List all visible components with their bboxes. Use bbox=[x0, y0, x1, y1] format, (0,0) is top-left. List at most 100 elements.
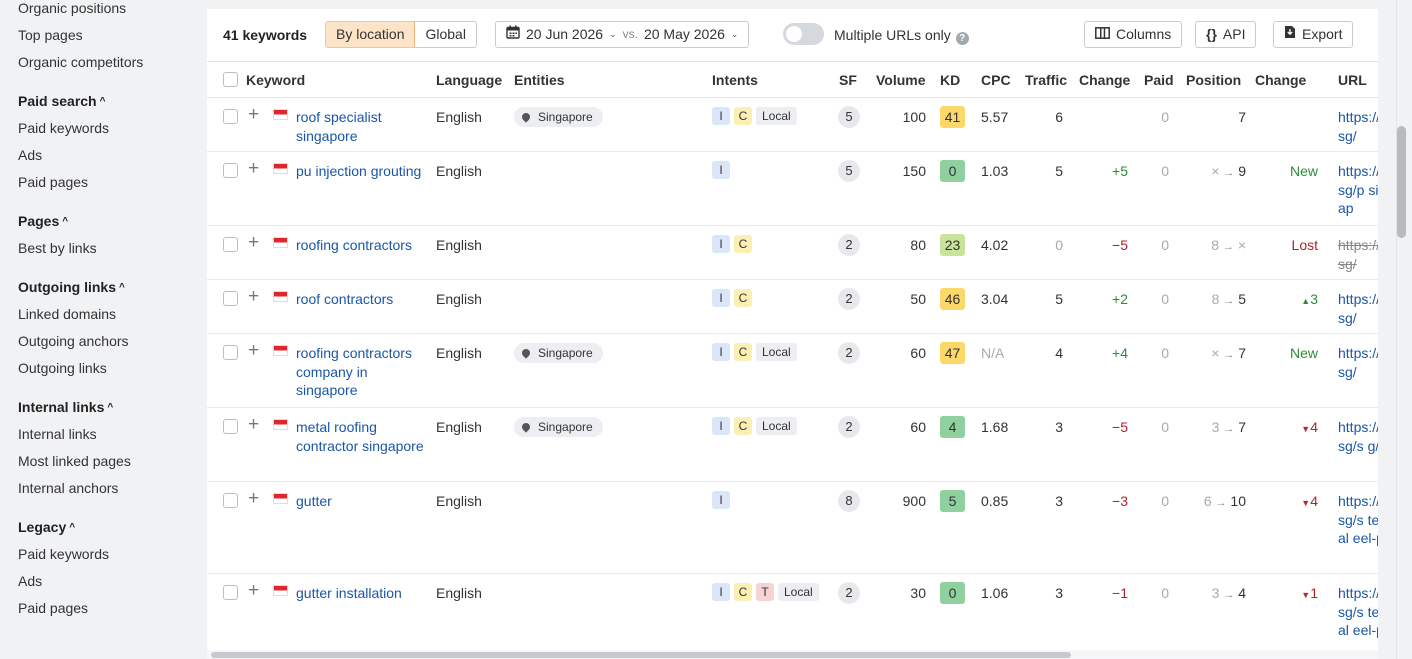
row-checkbox[interactable] bbox=[223, 345, 238, 360]
serp-features-badge[interactable]: 2 bbox=[838, 288, 860, 310]
row-checkbox[interactable] bbox=[223, 419, 238, 434]
keyword-link[interactable]: roofing contractors company in singapore bbox=[296, 344, 431, 400]
row-checkbox[interactable] bbox=[223, 493, 238, 508]
col-cpc[interactable]: CPC bbox=[981, 72, 1011, 88]
multiple-urls-toggle[interactable] bbox=[783, 23, 824, 45]
col-sf[interactable]: SF bbox=[839, 72, 857, 88]
nav-linked-domains[interactable]: Linked domains bbox=[18, 305, 116, 323]
serp-features-badge[interactable]: 8 bbox=[838, 490, 860, 512]
position: 6 → 10 bbox=[1186, 492, 1246, 513]
table-row: + roofing contractors company in singapor… bbox=[207, 334, 1378, 408]
section-internal-links[interactable]: Internal links ^ bbox=[18, 398, 113, 417]
api-button[interactable]: {} API bbox=[1195, 21, 1257, 48]
volume: 900 bbox=[902, 493, 926, 509]
nav-organic-competitors[interactable]: Organic competitors bbox=[18, 53, 143, 71]
cpc: 1.03 bbox=[981, 163, 1009, 179]
section-legacy[interactable]: Legacy ^ bbox=[18, 518, 75, 537]
ranking-url[interactable]: https://m.sg/ bbox=[1338, 290, 1378, 327]
add-keyword-icon[interactable]: + bbox=[248, 341, 259, 361]
ranking-url[interactable]: https://m.sg/p singap bbox=[1338, 162, 1378, 218]
nav-internal-links[interactable]: Internal links bbox=[18, 425, 97, 443]
col-position-change[interactable]: Change bbox=[1255, 72, 1306, 88]
col-change[interactable]: Change bbox=[1079, 72, 1130, 88]
keyword-link[interactable]: roof contractors bbox=[296, 290, 431, 309]
nav-legacy-paid-keywords[interactable]: Paid keywords bbox=[18, 545, 109, 563]
nav-most-linked-pages[interactable]: Most linked pages bbox=[18, 452, 131, 470]
row-checkbox[interactable] bbox=[223, 291, 238, 306]
date-range-picker[interactable]: 20 Jun 2026 ⌄ vs. 20 May 2026 ⌄ bbox=[495, 21, 750, 48]
add-keyword-icon[interactable]: + bbox=[248, 105, 259, 125]
keyword-link[interactable]: roof specialist singapore bbox=[296, 108, 431, 145]
columns-button[interactable]: Columns bbox=[1084, 21, 1183, 48]
language: English bbox=[436, 291, 482, 307]
col-url[interactable]: URL bbox=[1338, 72, 1367, 88]
nav-internal-anchors[interactable]: Internal anchors bbox=[18, 479, 118, 497]
ranking-url[interactable]: https://m.sg/ bbox=[1338, 236, 1378, 273]
nav-outgoing-links[interactable]: Outgoing links bbox=[18, 359, 107, 377]
keyword-link[interactable]: gutter bbox=[296, 492, 431, 511]
serp-features-badge[interactable]: 2 bbox=[838, 342, 860, 364]
col-traffic[interactable]: Traffic bbox=[1025, 72, 1067, 88]
section-pages[interactable]: Pages ^ bbox=[18, 212, 68, 231]
ranking-url[interactable]: https://m.sg/ bbox=[1338, 108, 1378, 145]
by-location-tab[interactable]: By location bbox=[326, 22, 416, 47]
keyword-link[interactable]: metal roofing contractor singapore bbox=[296, 418, 431, 455]
nav-legacy-paid-pages[interactable]: Paid pages bbox=[18, 599, 88, 617]
col-volume[interactable]: Volume bbox=[876, 72, 926, 88]
ranking-url[interactable]: https://m.sg/ bbox=[1338, 344, 1378, 381]
nav-legacy-ads[interactable]: Ads bbox=[18, 572, 42, 590]
global-tab[interactable]: Global bbox=[415, 22, 475, 47]
section-paid-search[interactable]: Paid search ^ bbox=[18, 92, 105, 111]
col-intents[interactable]: Intents bbox=[712, 72, 758, 88]
language: English bbox=[436, 585, 482, 601]
date-to: 20 May 2026 bbox=[643, 26, 725, 42]
keyword-link[interactable]: gutter installation bbox=[296, 584, 431, 603]
serp-features-badge[interactable]: 2 bbox=[838, 582, 860, 604]
help-icon[interactable]: ? bbox=[955, 32, 969, 45]
row-checkbox[interactable] bbox=[223, 237, 238, 252]
position-from: 3 bbox=[1211, 419, 1220, 435]
nav-ads[interactable]: Ads bbox=[18, 146, 42, 164]
entity-chip[interactable]: Singapore bbox=[514, 417, 603, 437]
col-paid[interactable]: Paid bbox=[1144, 72, 1174, 88]
col-kd[interactable]: KD bbox=[940, 72, 960, 88]
add-keyword-icon[interactable]: + bbox=[248, 415, 259, 435]
keyword-link[interactable]: pu injection grouting bbox=[296, 162, 431, 181]
add-keyword-icon[interactable]: + bbox=[248, 581, 259, 601]
add-keyword-icon[interactable]: + bbox=[248, 287, 259, 307]
nav-top-pages[interactable]: Top pages bbox=[18, 26, 83, 44]
scroll-thumb[interactable] bbox=[211, 652, 1071, 658]
add-keyword-icon[interactable]: + bbox=[248, 489, 259, 509]
nav-outgoing-anchors[interactable]: Outgoing anchors bbox=[18, 332, 129, 350]
serp-features-badge[interactable]: 5 bbox=[838, 106, 860, 128]
row-checkbox[interactable] bbox=[223, 163, 238, 178]
add-keyword-icon[interactable]: + bbox=[248, 233, 259, 253]
keyword-link[interactable]: roofing contractors bbox=[296, 236, 431, 255]
export-button[interactable]: Export bbox=[1273, 21, 1354, 48]
ranking-url[interactable]: https://m.sg/s teel-al eel-pv bbox=[1338, 584, 1378, 640]
chevron-up-icon: ^ bbox=[119, 282, 125, 293]
scroll-thumb[interactable] bbox=[1397, 126, 1406, 238]
col-keyword[interactable]: Keyword bbox=[246, 72, 305, 88]
ranking-url[interactable]: https://m.sg/s g/ bbox=[1338, 418, 1378, 455]
row-checkbox[interactable] bbox=[223, 109, 238, 124]
entity-chip[interactable]: Singapore bbox=[514, 107, 603, 127]
nav-paid-keywords[interactable]: Paid keywords bbox=[18, 119, 109, 137]
horizontal-scrollbar[interactable] bbox=[207, 650, 1378, 659]
vertical-scrollbar[interactable] bbox=[1380, 0, 1412, 659]
col-language[interactable]: Language bbox=[436, 72, 502, 88]
serp-features-badge[interactable]: 5 bbox=[838, 160, 860, 182]
nav-organic-positions[interactable]: Organic positions bbox=[18, 0, 126, 17]
serp-features-badge[interactable]: 2 bbox=[838, 234, 860, 256]
col-position[interactable]: Position bbox=[1186, 72, 1241, 88]
entity-chip[interactable]: Singapore bbox=[514, 343, 603, 363]
col-entities[interactable]: Entities bbox=[514, 72, 565, 88]
nav-paid-pages[interactable]: Paid pages bbox=[18, 173, 88, 191]
section-outgoing-links[interactable]: Outgoing links ^ bbox=[18, 278, 125, 297]
select-all-checkbox[interactable] bbox=[223, 72, 238, 87]
nav-best-by-links[interactable]: Best by links bbox=[18, 239, 97, 257]
ranking-url[interactable]: https://m.sg/s teel-al eel-pv bbox=[1338, 492, 1378, 548]
serp-features-badge[interactable]: 2 bbox=[838, 416, 860, 438]
add-keyword-icon[interactable]: + bbox=[248, 159, 259, 179]
row-checkbox[interactable] bbox=[223, 585, 238, 600]
